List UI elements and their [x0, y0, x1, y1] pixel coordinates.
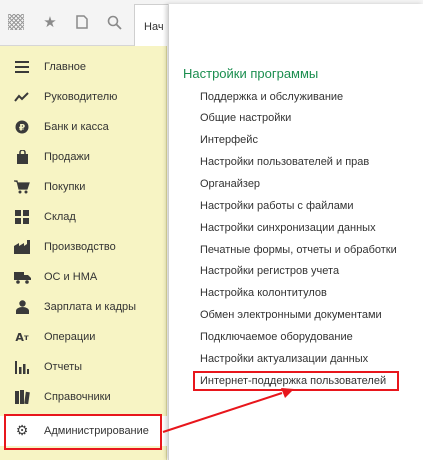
bar-chart-icon [13, 359, 31, 375]
panel-title: Настройки программы [183, 66, 319, 81]
settings-link-files[interactable]: Настройки работы с файлами [200, 200, 354, 216]
settings-link-headers[interactable]: Настройка колонтитулов [200, 287, 327, 303]
books-icon [13, 389, 31, 405]
settings-link-edi[interactable]: Обмен электронными документами [200, 309, 382, 325]
operations-icon: Aт [15, 330, 29, 344]
settings-link-users-rights[interactable]: Настройки пользователей и прав [200, 156, 369, 172]
sidebar-item-label: Производство [44, 241, 116, 253]
cart-icon [13, 179, 31, 195]
sidebar-item-bank[interactable]: ₽ Банк и касса [0, 112, 167, 142]
sidebar-item-warehouse[interactable]: Склад [0, 202, 167, 232]
shopping-bag-icon [13, 149, 31, 165]
settings-link-print-forms[interactable]: Печатные формы, отчеты и обработки [200, 244, 397, 260]
apps-grid-icon[interactable] [6, 12, 26, 32]
warehouse-blocks-icon [13, 209, 31, 225]
settings-link-equipment[interactable]: Подключаемое оборудование [200, 331, 353, 347]
sidebar-item-purchases[interactable]: Покупки [0, 172, 167, 202]
search-icon[interactable] [104, 12, 124, 32]
trend-chart-icon [13, 89, 31, 105]
sidebar-item-production[interactable]: Производство [0, 232, 167, 262]
settings-link-sync[interactable]: Настройки синхронизации данных [200, 222, 376, 238]
truck-icon [13, 269, 31, 285]
settings-link-updates[interactable]: Настройки актуализации данных [200, 353, 368, 369]
start-page-tab[interactable]: Нач [134, 4, 170, 46]
factory-icon [13, 239, 31, 255]
sidebar-item-label: Склад [44, 211, 76, 223]
settings-link-registers[interactable]: Настройки регистров учета [200, 265, 339, 281]
sidebar-item-label: Главное [44, 61, 87, 73]
settings-panel: Настройки программы Поддержка и обслужив… [168, 4, 423, 460]
settings-link-general[interactable]: Общие настройки [200, 112, 291, 128]
sidebar: Главное Руководителю ₽ Банк и касса Прод… [0, 46, 167, 460]
sidebar-item-main[interactable]: Главное [0, 52, 167, 82]
person-icon [13, 299, 31, 315]
sidebar-item-salary[interactable]: Зарплата и кадры [0, 292, 167, 322]
settings-link-internet-support[interactable]: Интернет-поддержка пользователей [200, 375, 386, 391]
settings-link-organizer[interactable]: Органайзер [200, 178, 260, 194]
sidebar-item-label: Зарплата и кадры [44, 301, 137, 313]
svg-text:₽: ₽ [19, 124, 25, 134]
gear-icon: ⚙ [15, 423, 29, 439]
sidebar-item-reports[interactable]: Отчеты [0, 352, 167, 382]
sidebar-item-label: Операции [44, 331, 96, 343]
sidebar-item-label: ОС и НМА [44, 271, 98, 283]
sidebar-item-director[interactable]: Руководителю [0, 82, 167, 112]
sidebar-item-directories[interactable]: Справочники [0, 382, 167, 412]
sidebar-item-label: Банк и касса [44, 121, 109, 133]
sidebar-item-label: Отчеты [44, 361, 83, 373]
sidebar-item-sales[interactable]: Продажи [0, 142, 167, 172]
history-icon[interactable] [72, 12, 92, 32]
star-icon[interactable]: ★ [40, 12, 60, 32]
settings-link-interface[interactable]: Интерфейс [200, 134, 258, 150]
sidebar-item-administration[interactable]: ⚙ Администрирование [0, 416, 167, 446]
sidebar-item-label: Продажи [44, 151, 90, 163]
sidebar-item-label: Покупки [44, 181, 86, 193]
sidebar-item-fixed-assets[interactable]: ОС и НМА [0, 262, 167, 292]
sidebar-item-operations[interactable]: Aт Операции [0, 322, 167, 352]
sidebar-item-label: Справочники [44, 391, 111, 403]
sidebar-item-label: Администрирование [44, 425, 149, 437]
menu-lines-icon [13, 59, 31, 75]
coin-icon: ₽ [13, 119, 31, 135]
settings-link-support[interactable]: Поддержка и обслуживание [200, 91, 343, 107]
sidebar-item-label: Руководителю [44, 91, 118, 103]
